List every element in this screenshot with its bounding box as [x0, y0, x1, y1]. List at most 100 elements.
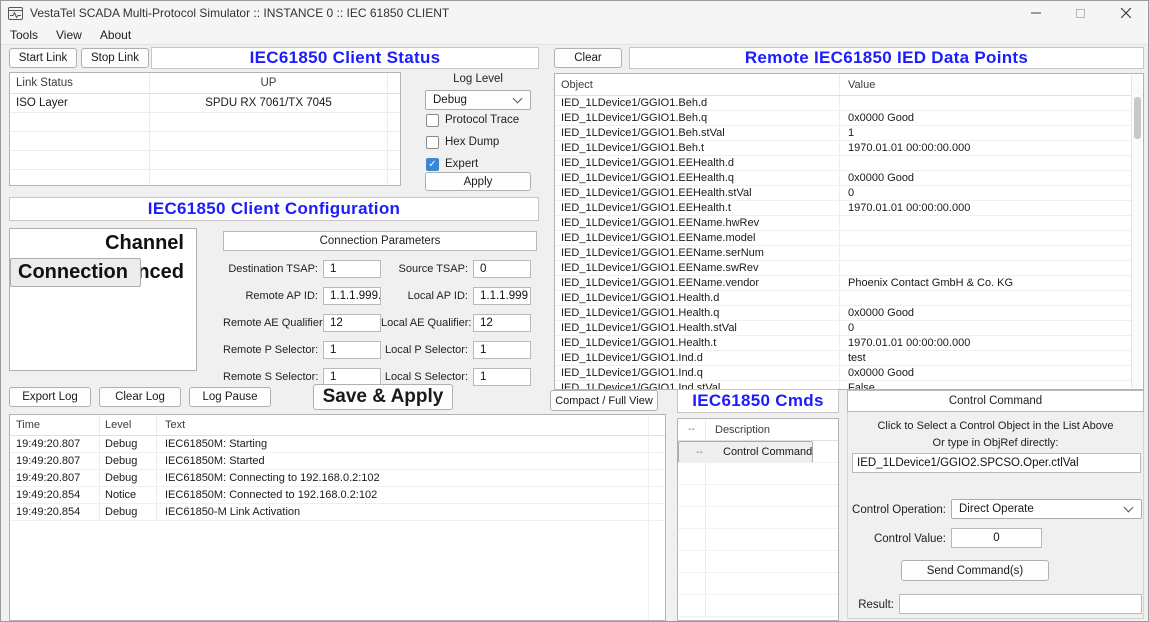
param-input[interactable]: 1 [473, 341, 531, 359]
param-input[interactable]: 1 [473, 368, 531, 386]
data-point-row[interactable]: IED_1LDevice1/GGIO1.Beh.d [555, 96, 1143, 111]
nav-item-connection[interactable]: Connection [10, 258, 141, 287]
control-operation-select[interactable]: Direct Operate [951, 499, 1142, 519]
result-input[interactable] [899, 594, 1142, 614]
control-hint-1: Click to Select a Control Object in the … [847, 420, 1144, 432]
param-label: Local S Selector: [381, 371, 473, 383]
dp-object: IED_1LDevice1/GGIO1.EEHealth.q [555, 171, 840, 185]
log-text: IEC61850M: Connecting to 192.168.0.2:102 [157, 470, 665, 486]
table-row[interactable]: ISO Layer SPDU RX 7061/TX 7045 [10, 94, 400, 113]
log-table-divider [648, 415, 649, 620]
param-input[interactable]: 0 [473, 260, 531, 278]
data-point-row[interactable]: IED_1LDevice1/GGIO1.Health.q0x0000 Good [555, 306, 1143, 321]
cmd-row[interactable]: --Control Command [678, 441, 813, 463]
data-point-row[interactable]: IED_1LDevice1/GGIO1.EEHealth.stVal0 [555, 186, 1143, 201]
param-input[interactable]: 12 [323, 314, 381, 332]
checkbox-checked-icon[interactable]: ✓ [426, 158, 439, 171]
log-level: Debug [100, 504, 157, 520]
param-input[interactable]: 1.1.1.999.1 [323, 287, 381, 305]
data-point-row[interactable]: IED_1LDevice1/GGIO1.Health.d [555, 291, 1143, 306]
stop-link-button[interactable]: Stop Link [81, 48, 149, 68]
clear-log-button[interactable]: Clear Log [99, 387, 181, 407]
data-point-row[interactable]: IED_1LDevice1/GGIO1.EEName.serNum [555, 246, 1143, 261]
dp-object: IED_1LDevice1/GGIO1.Beh.d [555, 96, 840, 110]
result-label: Result: [841, 599, 894, 611]
maximize-icon[interactable] [1058, 1, 1103, 25]
checkbox-hex-dump[interactable]: Hex Dump [426, 131, 542, 153]
log-level: Debug [100, 453, 157, 469]
link-table-header: Link Status UP [10, 73, 400, 94]
data-point-row[interactable]: IED_1LDevice1/GGIO1.Ind.stValFalse [555, 381, 1143, 390]
compact-full-view-button[interactable]: Compact / Full View [550, 390, 658, 411]
dp-object: IED_1LDevice1/GGIO1.Health.stVal [555, 321, 840, 335]
table-row-empty [10, 170, 400, 186]
control-value-input[interactable]: 0 [951, 528, 1042, 548]
link-layer-value: SPDU RX 7061/TX 7045 [150, 94, 388, 112]
dp-object: IED_1LDevice1/GGIO1.EEHealth.stVal [555, 186, 840, 200]
minimize-icon[interactable] [1013, 1, 1058, 25]
dp-object: IED_1LDevice1/GGIO1.Beh.q [555, 111, 840, 125]
data-point-row[interactable]: IED_1LDevice1/GGIO1.Beh.stVal1 [555, 126, 1143, 141]
log-row[interactable]: 19:49:20.807DebugIEC61850M: Started [10, 453, 665, 470]
param-input[interactable]: 1.1.1.999 [473, 287, 531, 305]
param-input[interactable]: 1 [323, 260, 381, 278]
data-point-row[interactable]: IED_1LDevice1/GGIO1.Beh.q0x0000 Good [555, 111, 1143, 126]
data-point-row[interactable]: IED_1LDevice1/GGIO1.Ind.dtest [555, 351, 1143, 366]
menu-tools[interactable]: Tools [1, 28, 47, 42]
client-status-header: IEC61850 Client Status [151, 47, 539, 69]
dp-object: IED_1LDevice1/GGIO1.EEHealth.d [555, 156, 840, 170]
close-icon[interactable] [1103, 1, 1148, 25]
param-input[interactable]: 12 [473, 314, 531, 332]
data-point-row[interactable]: IED_1LDevice1/GGIO1.Beh.t1970.01.01 00:0… [555, 141, 1143, 156]
dp-value [840, 291, 1143, 305]
send-command-button[interactable]: Send Command(s) [901, 560, 1049, 581]
log-level-select[interactable]: Debug [425, 90, 531, 110]
data-points-table-body: IED_1LDevice1/GGIO1.Beh.dIED_1LDevice1/G… [555, 96, 1143, 390]
log-row[interactable]: 19:49:20.807DebugIEC61850M: Connecting t… [10, 470, 665, 487]
dp-object: IED_1LDevice1/GGIO1.EEName.model [555, 231, 840, 245]
param-input[interactable]: 1 [323, 368, 381, 386]
log-row[interactable]: 19:49:20.807DebugIEC61850M: Starting [10, 436, 665, 453]
cmd-col-key: -- [678, 419, 706, 440]
data-point-row[interactable]: IED_1LDevice1/GGIO1.EEHealth.q0x0000 Goo… [555, 171, 1143, 186]
objref-input[interactable]: IED_1LDevice1/GGIO2.SPCSO.Oper.ctlVal [852, 453, 1141, 473]
scrollbar[interactable] [1131, 75, 1142, 388]
menu-view[interactable]: View [47, 28, 91, 42]
clear-button[interactable]: Clear [554, 48, 622, 68]
param-input[interactable]: 1 [323, 341, 381, 359]
checkbox-unchecked-icon[interactable] [426, 136, 439, 149]
data-point-row[interactable]: IED_1LDevice1/GGIO1.Ind.q0x0000 Good [555, 366, 1143, 381]
menu-about[interactable]: About [91, 28, 140, 42]
data-point-row[interactable]: IED_1LDevice1/GGIO1.Health.t1970.01.01 0… [555, 336, 1143, 351]
checkbox-protocol-trace[interactable]: Protocol Trace [426, 109, 542, 131]
dp-value: False [840, 381, 1143, 390]
dp-object: IED_1LDevice1/GGIO1.EEName.serNum [555, 246, 840, 260]
data-point-row[interactable]: IED_1LDevice1/GGIO1.EEHealth.t1970.01.01… [555, 201, 1143, 216]
data-point-row[interactable]: IED_1LDevice1/GGIO1.EEName.vendorPhoenix… [555, 276, 1143, 291]
data-point-row[interactable]: IED_1LDevice1/GGIO1.EEHealth.d [555, 156, 1143, 171]
log-row[interactable]: 19:49:20.854NoticeIEC61850M: Connected t… [10, 487, 665, 504]
client-config-header: IEC61850 Client Configuration [9, 197, 539, 221]
nav-item-channel[interactable]: Channel [10, 229, 196, 258]
data-point-row[interactable]: IED_1LDevice1/GGIO1.EEName.hwRev [555, 216, 1143, 231]
dp-value [840, 216, 1143, 230]
export-log-button[interactable]: Export Log [9, 387, 91, 407]
param-label: Local AE Qualifier: [381, 317, 473, 329]
data-point-row[interactable]: IED_1LDevice1/GGIO1.Health.stVal0 [555, 321, 1143, 336]
link-col-state: UP [150, 73, 388, 93]
param-label: Destination TSAP: [223, 263, 323, 275]
apply-button[interactable]: Apply [425, 172, 531, 191]
log-pause-button[interactable]: Log Pause [189, 387, 271, 407]
data-point-row[interactable]: IED_1LDevice1/GGIO1.EEName.model [555, 231, 1143, 246]
save-apply-button[interactable]: Save & Apply [313, 384, 453, 410]
chevron-down-icon [1124, 503, 1134, 513]
cmd-row-empty [678, 463, 838, 485]
checkbox-unchecked-icon[interactable] [426, 114, 439, 127]
data-point-row[interactable]: IED_1LDevice1/GGIO1.EEName.swRev [555, 261, 1143, 276]
scrollbar-thumb[interactable] [1134, 97, 1141, 139]
dp-value: 0x0000 Good [840, 306, 1143, 320]
dp-value: 0x0000 Good [840, 111, 1143, 125]
config-nav-list: ChannelConnectionAdvanced [9, 228, 197, 371]
log-row[interactable]: 19:49:20.854DebugIEC61850-M Link Activat… [10, 504, 665, 521]
start-link-button[interactable]: Start Link [9, 48, 77, 68]
